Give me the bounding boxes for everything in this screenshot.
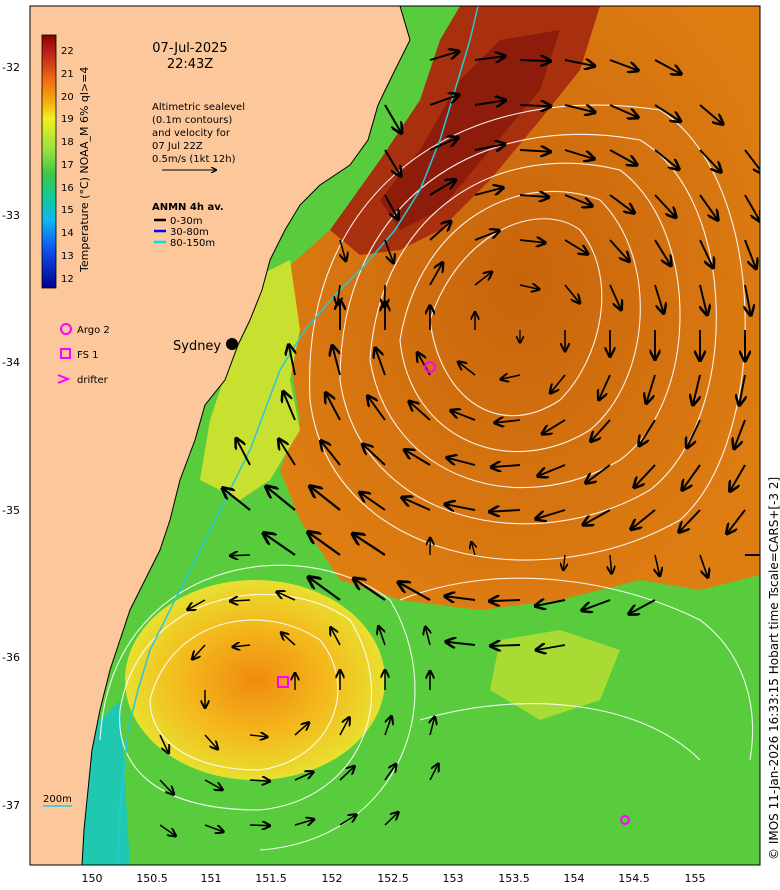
- colorbar-tick: 15: [61, 205, 74, 216]
- colorbar-tick: 18: [61, 137, 74, 148]
- y-tick: -36: [2, 651, 20, 664]
- y-axis: -32 -33 -34 -35 -36 -37: [2, 61, 20, 812]
- info-line: 07 Jul 22Z: [152, 141, 203, 152]
- x-tick: 152: [322, 872, 343, 885]
- sst-map: -32 -33 -34 -35 -36 -37 150 150.5 151 15…: [2, 5, 780, 885]
- colorbar-tick: 20: [61, 92, 74, 103]
- x-tick: 153.5: [498, 872, 530, 885]
- velocity-arrow: [249, 825, 270, 826]
- map-time: 22:43Z: [167, 57, 213, 72]
- x-tick: 151.5: [255, 872, 287, 885]
- info-line: Altimetric sealevel: [152, 102, 245, 113]
- map-date: 07-Jul-2025: [152, 41, 227, 56]
- velocity-arrow: [519, 105, 550, 106]
- colorbar: 22 21 20 19 18 17 16 15 14 13 12 Tempera…: [41, 34, 91, 289]
- y-tick: -35: [2, 504, 20, 517]
- anmn-title: ANMN 4h av.: [152, 202, 224, 213]
- x-tick: 151: [201, 872, 222, 885]
- velocity-arrow: [249, 780, 270, 781]
- colorbar-tick: 14: [61, 228, 74, 239]
- y-tick: -37: [2, 799, 20, 812]
- anmn-label: 30-80m: [170, 227, 209, 238]
- colorbar-tick: 16: [61, 183, 74, 194]
- sydney-marker: [226, 338, 238, 350]
- colorbar-tick: 13: [61, 251, 74, 262]
- y-tick: -32: [2, 61, 20, 74]
- legend-label: Argo 2: [77, 325, 110, 336]
- velocity-arrow: [490, 600, 521, 601]
- x-axis: 150 150.5 151 151.5 152 152.5 153 153.5 …: [82, 872, 706, 885]
- colorbar-tick: 22: [61, 46, 74, 57]
- legend-label: drifter: [77, 375, 109, 386]
- place-label-sydney: Sydney: [173, 339, 221, 354]
- credit: © IMOS 11-Jan-2026 16:33:15 Hobart time …: [767, 477, 780, 860]
- legend-label: FS 1: [77, 350, 98, 361]
- info-line: (0.1m contours): [152, 115, 232, 126]
- southern-eddy-water: [125, 580, 385, 780]
- isobath-label: 200m: [43, 794, 72, 805]
- colorbar-tick: 19: [61, 114, 74, 125]
- colorbar-label: Temperature (°C) NOAA_M 6% ql>=4: [78, 67, 91, 273]
- anmn-label: 0-30m: [170, 216, 202, 227]
- anmn-label: 80-150m: [170, 238, 215, 249]
- colorbar-tick: 17: [61, 160, 74, 171]
- x-tick: 150: [82, 872, 103, 885]
- x-tick: 154.5: [618, 872, 650, 885]
- colorbar-tick: 12: [61, 274, 74, 285]
- velocity-arrow: [491, 645, 521, 646]
- x-tick: 150.5: [136, 872, 168, 885]
- y-tick: -34: [2, 356, 20, 369]
- info-line: and velocity for: [152, 128, 231, 139]
- y-tick: -33: [2, 209, 20, 222]
- x-tick: 155: [685, 872, 706, 885]
- x-tick: 154: [564, 872, 585, 885]
- x-tick: 153: [443, 872, 464, 885]
- x-tick: 152.5: [377, 872, 409, 885]
- scale-label: 0.5m/s (1kt 12h): [152, 154, 236, 165]
- colorbar-tick: 21: [61, 69, 74, 80]
- velocity-arrow: [519, 60, 550, 61]
- velocity-arrow: [231, 555, 251, 556]
- velocity-arrow: [231, 600, 251, 601]
